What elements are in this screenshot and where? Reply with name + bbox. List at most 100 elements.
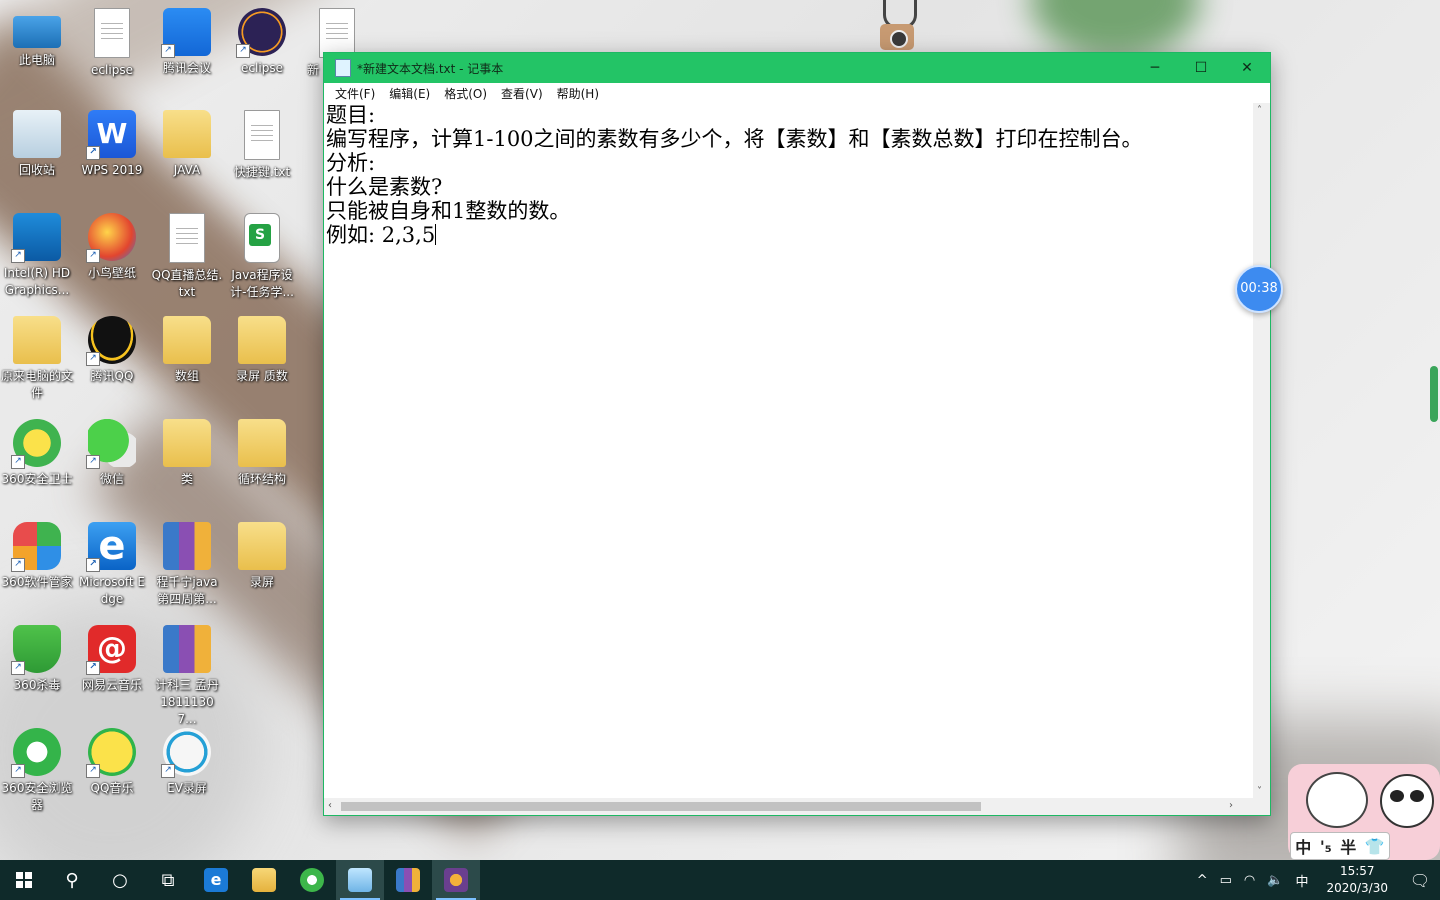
minimize-button[interactable]: ─: [1132, 53, 1178, 83]
text-caret: [435, 224, 437, 245]
search-button[interactable]: ⚲: [48, 860, 96, 900]
windows-logo-icon: [16, 872, 32, 888]
desktop-icon-ev-recorder[interactable]: ↗ EV录屏: [151, 728, 223, 797]
window-title: *新建文本文档.txt - 记事本: [357, 61, 504, 76]
desktop-icon-record-prime[interactable]: 录屏 质数: [226, 316, 298, 385]
folder-icon: [238, 316, 286, 364]
scroll-up-icon[interactable]: ˄: [1257, 105, 1262, 116]
desktop-icon-qq-live-summary[interactable]: QQ直播总结.txt: [151, 213, 223, 301]
taskbar-file-explorer[interactable]: [240, 860, 288, 900]
taskbar-winrar[interactable]: [384, 860, 432, 900]
panda-icon: [1380, 774, 1434, 828]
horizontal-scrollbar[interactable]: ‹ ›: [324, 798, 1253, 815]
netease-music-icon: @ ↗: [86, 625, 136, 675]
clock-date: 2020/3/30: [1326, 881, 1388, 895]
desktop-icon-qq-music[interactable]: ↗ QQ音乐: [76, 728, 148, 797]
menu-edit[interactable]: 编辑(E): [382, 85, 437, 102]
menu-view[interactable]: 查看(V): [494, 85, 550, 102]
text-line: 编写程序，计算1-100之间的素数有多少个，将【素数】和【素数总数】打印在控制台…: [326, 127, 1143, 151]
text-editor[interactable]: 题目: 编写程序，计算1-100之间的素数有多少个，将【素数】和【素数总数】打印…: [324, 103, 1252, 799]
notification-center-icon[interactable]: 🗨: [1400, 871, 1440, 890]
desktop-icon-netease-music[interactable]: @ ↗ 网易云音乐: [76, 625, 148, 694]
desktop-icon-this-pc[interactable]: 此电脑: [1, 8, 73, 69]
scroll-down-icon[interactable]: ˅: [1257, 786, 1262, 797]
taskbar-360-browser[interactable]: [288, 860, 336, 900]
battery-icon[interactable]: ▭: [1214, 873, 1238, 888]
taskbar-ev-recorder[interactable]: [432, 860, 480, 900]
ime-punctuation[interactable]: '₅: [1320, 837, 1332, 856]
desktop-icon-360-antivirus[interactable]: ↗ 360杀毒: [1, 625, 73, 694]
desktop-icon-360-browser[interactable]: ↗ 360安全浏览器: [1, 728, 73, 814]
wifi-icon[interactable]: ◠: [1238, 873, 1261, 888]
ime-width[interactable]: 半: [1340, 834, 1356, 858]
menu-file[interactable]: 文件(F): [328, 85, 382, 102]
task-view-button[interactable]: ⧉: [144, 860, 192, 900]
clock[interactable]: 15:57 2020/3/30: [1314, 863, 1400, 897]
desktop-icon-old-files[interactable]: 原来电脑的文件: [1, 316, 73, 402]
folder-icon: [163, 419, 211, 467]
scroll-left-icon[interactable]: ‹: [328, 800, 332, 811]
recording-timer[interactable]: 00:38: [1235, 265, 1283, 313]
camera-widget[interactable]: [880, 0, 917, 52]
desktop-icon-class-folder[interactable]: 类: [151, 419, 223, 488]
desktop-icon-tencent-meeting[interactable]: ↗ 腾讯会议: [151, 8, 223, 77]
desktop-icon-wechat[interactable]: ↗ 微信: [76, 419, 148, 488]
360-software-icon: ↗: [11, 522, 61, 572]
folder-icon: [238, 522, 286, 570]
desktop-icon-array-folder[interactable]: 数组: [151, 316, 223, 385]
desktop-icon-360-security[interactable]: ↗ 360安全卫士: [1, 419, 73, 488]
text-line-content: 例如: 2,3,5: [326, 223, 436, 247]
desktop-icon-bird-wallpaper[interactable]: ↗ 小鸟壁纸: [76, 213, 148, 282]
close-button[interactable]: ✕: [1224, 53, 1270, 83]
desktop-icon-java-course[interactable]: Java程序设计-任务学...: [226, 213, 298, 301]
notepad-titlebar[interactable]: *新建文本文档.txt - 记事本 ─ ☐ ✕: [324, 53, 1270, 83]
text-line: 什么是素数?: [326, 175, 443, 199]
maximize-button[interactable]: ☐: [1178, 53, 1224, 83]
edge-icon: e ↗: [86, 522, 136, 572]
volume-icon[interactable]: 🔈: [1261, 873, 1289, 888]
desktop-icon-qq[interactable]: ↗ 腾讯QQ: [76, 316, 148, 385]
taskbar-notepad[interactable]: [336, 860, 384, 900]
horizontal-scroll-thumb[interactable]: [341, 802, 981, 811]
ime-skin-icon[interactable]: 👕: [1365, 837, 1385, 856]
desktop-icon-intel-graphics[interactable]: ↗ Intel(R) HD Graphics...: [1, 213, 73, 299]
desktop-icon-eclipse-2[interactable]: ↗ eclipse: [226, 8, 298, 77]
taskbar-edge[interactable]: e: [192, 860, 240, 900]
qq-music-icon: ↗: [86, 728, 136, 778]
cortana-button[interactable]: ○: [96, 860, 144, 900]
recycle-bin-icon: [13, 110, 61, 158]
menu-format[interactable]: 格式(O): [437, 85, 494, 102]
desktop-icon-record-folder[interactable]: 录屏: [226, 522, 298, 591]
desktop-icon-eclipse-1[interactable]: eclipse: [76, 8, 148, 79]
resize-grip[interactable]: [1253, 798, 1270, 815]
notepad-window[interactable]: *新建文本文档.txt - 记事本 ─ ☐ ✕ 文件(F) 编辑(E) 格式(O…: [323, 52, 1271, 816]
menu-help[interactable]: 帮助(H): [550, 85, 606, 102]
input-method-bar[interactable]: 中 '₅ 半 👕: [1290, 832, 1390, 860]
desktop-icon-loop-folder[interactable]: 循环结构: [226, 419, 298, 488]
desktop-icon-wps[interactable]: W ↗ WPS 2019: [76, 110, 148, 179]
archive-icon: [163, 625, 211, 673]
side-scroll-indicator[interactable]: [1430, 366, 1438, 422]
clock-time: 15:57: [1339, 864, 1375, 878]
desktop-icon-360-software[interactable]: ↗ 360软件管家: [1, 522, 73, 591]
text-line: 只能被自身和1整数的数。: [326, 199, 571, 223]
search-icon: ⚲: [65, 869, 79, 891]
ime-language[interactable]: 中: [1295, 834, 1311, 858]
desktop-icon-java-folder[interactable]: JAVA: [151, 110, 223, 179]
tray-chevron-icon[interactable]: ^: [1191, 873, 1214, 888]
scroll-right-icon[interactable]: ›: [1229, 800, 1233, 811]
desktop-icon-edge[interactable]: e ↗ Microsoft Edge: [76, 522, 148, 608]
text-file-icon: [169, 213, 205, 263]
input-language[interactable]: 中: [1289, 871, 1314, 890]
eclipse-icon: ↗: [236, 8, 286, 58]
desktop-icon-archive-mengdan[interactable]: 计科三 孟丹 18111307...: [151, 625, 223, 728]
start-button[interactable]: [0, 860, 48, 900]
notepad-app-icon: [335, 59, 351, 77]
desktop-icon-shortcut-keys[interactable]: 快捷键.txt: [226, 110, 298, 181]
vertical-scrollbar[interactable]: ˄ ˅: [1253, 103, 1270, 799]
bird-wallpaper-icon: ↗: [86, 213, 136, 263]
desktop-icon-recycle-bin[interactable]: 回收站: [1, 110, 73, 179]
folder-icon: [252, 868, 276, 892]
folder-icon: [163, 316, 211, 364]
desktop-icon-archive-week4[interactable]: 程千宁java第四周第...: [151, 522, 223, 608]
